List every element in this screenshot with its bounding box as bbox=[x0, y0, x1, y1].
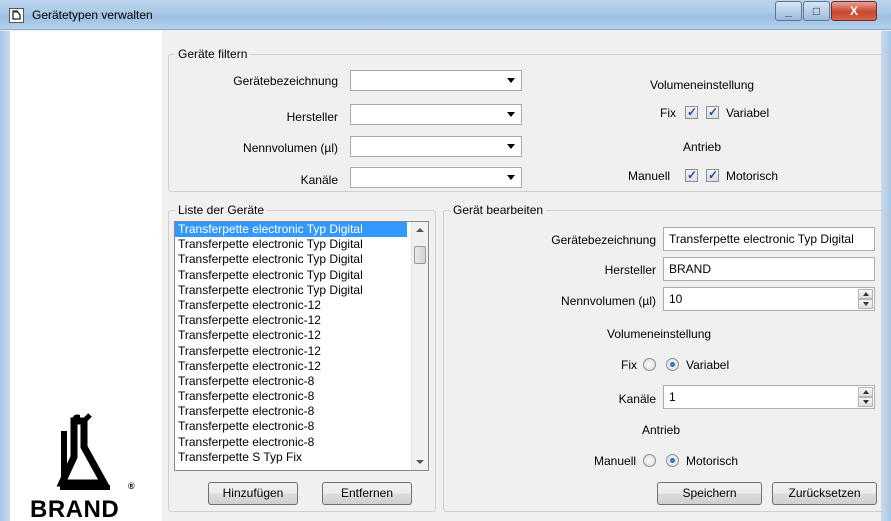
filter-motor-checkbox[interactable]: ✓ bbox=[706, 168, 719, 182]
edit-motor-label: Motorisch bbox=[686, 454, 739, 468]
stepper-down-icon[interactable] bbox=[858, 397, 873, 407]
chevron-down-icon bbox=[507, 144, 515, 149]
list-item[interactable]: Transferpette electronic-12 bbox=[175, 328, 407, 343]
edit-volume-value: 10 bbox=[669, 292, 683, 306]
scroll-thumb[interactable] bbox=[414, 246, 426, 264]
check-icon: ✓ bbox=[708, 105, 719, 119]
list-item[interactable]: Transferpette electronic-12 bbox=[175, 344, 407, 359]
stepper-up-icon[interactable] bbox=[858, 387, 873, 397]
brand-logo-icon bbox=[56, 413, 110, 490]
chevron-down-icon bbox=[507, 175, 515, 180]
filter-fix-label: Fix bbox=[660, 106, 676, 120]
remove-device-button[interactable]: Entfernen bbox=[322, 482, 412, 505]
edit-manufacturer-field[interactable]: BRAND bbox=[663, 257, 875, 281]
window-border-left bbox=[0, 31, 10, 521]
list-scrollbar[interactable] bbox=[411, 222, 428, 470]
filter-motor-label: Motorisch bbox=[726, 169, 779, 183]
list-item[interactable]: Transferpette electronic-8 bbox=[175, 389, 407, 404]
list-item[interactable]: Transferpette electronic-12 bbox=[175, 359, 407, 374]
title-bar[interactable]: Gerätetypen verwalten _ □ X bbox=[0, 0, 891, 30]
window-title: Gerätetypen verwalten bbox=[32, 8, 153, 22]
filter-device-name-combo[interactable] bbox=[350, 70, 522, 91]
filter-group-title: Geräte filtern bbox=[175, 47, 251, 61]
edit-fix-label: Fix bbox=[621, 358, 637, 372]
stepper-up-icon[interactable] bbox=[858, 289, 873, 299]
device-list-items: Transferpette electronic Typ Digital Tran… bbox=[175, 222, 428, 465]
edit-device-name-label: Gerätebezeichnung bbox=[551, 233, 656, 247]
filter-variable-label: Variabel bbox=[726, 106, 770, 120]
filter-channels-label: Kanäle bbox=[300, 173, 338, 187]
edit-manufacturer-label: Hersteller bbox=[604, 263, 656, 277]
edit-device-name-field[interactable]: Transferpette electronic Typ Digital bbox=[663, 227, 875, 251]
list-item[interactable]: Transferpette electronic-8 bbox=[175, 435, 407, 450]
filter-manual-label: Manuell bbox=[628, 169, 671, 183]
app-window: Gerätetypen verwalten _ □ X ® BRAND Gerä… bbox=[0, 0, 891, 521]
filter-manufacturer-combo[interactable] bbox=[350, 104, 522, 125]
edit-channels-stepper[interactable]: 1 bbox=[663, 385, 875, 409]
scroll-up-arrow-icon[interactable] bbox=[412, 222, 428, 238]
save-button[interactable]: Speichern bbox=[657, 482, 762, 505]
list-item[interactable]: Transferpette electronic Typ Digital bbox=[175, 222, 407, 238]
edit-variable-radio[interactable] bbox=[666, 358, 679, 371]
edit-volume-label: Nennvolumen (µl) bbox=[561, 294, 656, 308]
filter-manufacturer-label: Hersteller bbox=[286, 110, 338, 124]
filter-fix-checkbox[interactable]: ✓ bbox=[685, 105, 698, 119]
scroll-down-arrow-icon[interactable] bbox=[412, 454, 428, 470]
edit-motor-radio[interactable] bbox=[666, 454, 679, 467]
edit-manual-radio[interactable] bbox=[643, 454, 656, 467]
reset-button[interactable]: Zurücksetzen bbox=[772, 482, 877, 505]
list-item[interactable]: Transferpette electronic Typ Digital bbox=[175, 283, 407, 298]
edit-fix-radio[interactable] bbox=[643, 358, 656, 371]
list-item[interactable]: Transferpette S Typ Fix bbox=[175, 450, 407, 465]
list-item[interactable]: Transferpette electronic Typ Digital bbox=[175, 268, 407, 283]
edit-channels-label: Kanäle bbox=[618, 392, 656, 406]
filter-nominal-volume-combo[interactable] bbox=[350, 136, 522, 157]
filter-nominal-volume-label: Nennvolumen (µl) bbox=[243, 141, 338, 155]
filter-volume-heading: Volumeneinstellung bbox=[650, 78, 755, 92]
list-item[interactable]: Transferpette electronic-8 bbox=[175, 374, 407, 389]
filter-device-name-label: Gerätebezeichnung bbox=[233, 74, 338, 88]
list-item[interactable]: Transferpette electronic-8 bbox=[175, 419, 407, 434]
chevron-down-icon bbox=[507, 112, 515, 117]
edit-volume-heading: Volumeneinstellung bbox=[607, 327, 712, 341]
list-item[interactable]: Transferpette electronic Typ Digital bbox=[175, 237, 407, 252]
edit-drive-heading: Antrieb bbox=[642, 423, 681, 437]
minimize-button[interactable]: _ bbox=[775, 1, 802, 21]
edit-device-group: Gerät bearbeiten bbox=[443, 203, 885, 512]
stepper-down-icon[interactable] bbox=[858, 299, 873, 309]
app-icon bbox=[9, 8, 24, 23]
filter-manual-checkbox[interactable]: ✓ bbox=[685, 168, 698, 182]
check-icon: ✓ bbox=[687, 168, 698, 182]
device-list-group-title: Liste der Geräte bbox=[175, 203, 268, 217]
list-item[interactable]: Transferpette electronic Typ Digital bbox=[175, 252, 407, 267]
brand-registered-mark: ® bbox=[128, 481, 135, 491]
maximize-button[interactable]: □ bbox=[803, 1, 830, 21]
list-item[interactable]: Transferpette electronic-12 bbox=[175, 298, 407, 313]
close-button[interactable]: X bbox=[831, 1, 877, 21]
check-icon: ✓ bbox=[708, 168, 719, 182]
edit-manual-label: Manuell bbox=[594, 454, 637, 468]
filter-channels-combo[interactable] bbox=[350, 167, 522, 188]
edit-variable-label: Variabel bbox=[686, 358, 730, 372]
filter-variable-checkbox[interactable]: ✓ bbox=[706, 105, 719, 119]
device-listbox[interactable]: Transferpette electronic Typ Digital Tran… bbox=[174, 221, 429, 471]
filter-drive-heading: Antrieb bbox=[683, 140, 722, 154]
chevron-down-icon bbox=[507, 78, 515, 83]
edit-channels-value: 1 bbox=[669, 390, 676, 404]
edit-device-group-title: Gerät bearbeiten bbox=[450, 203, 547, 217]
add-device-button[interactable]: Hinzufügen bbox=[208, 482, 298, 505]
edit-volume-stepper[interactable]: 10 bbox=[663, 287, 875, 311]
list-item[interactable]: Transferpette electronic-12 bbox=[175, 313, 407, 328]
brand-logo-text: BRAND bbox=[30, 496, 120, 521]
check-icon: ✓ bbox=[687, 105, 698, 119]
list-item[interactable]: Transferpette electronic-8 bbox=[175, 404, 407, 419]
brand-panel: ® BRAND bbox=[10, 31, 162, 521]
